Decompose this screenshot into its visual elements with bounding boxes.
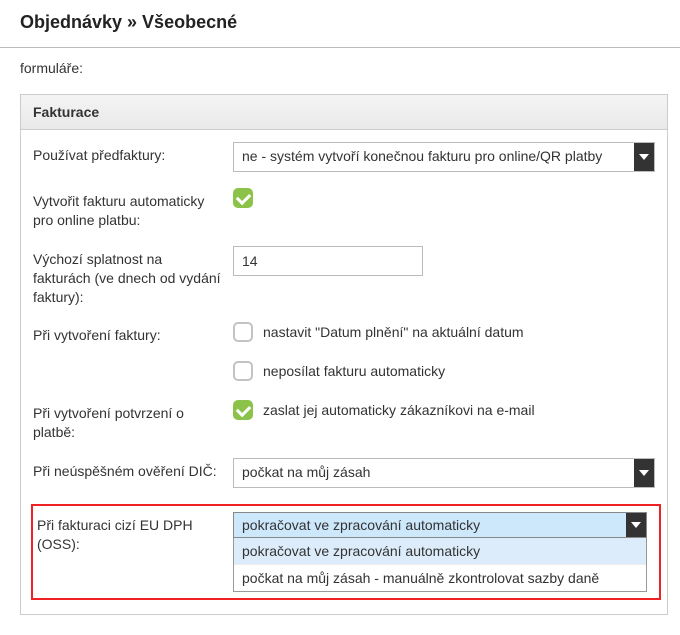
- panel-title: Fakturace: [21, 95, 667, 130]
- oss-label: Při fakturaci cizí EU DPH (OSS):: [33, 512, 233, 592]
- overeni-dic-label: Při neúspěšném ověření DIČ:: [33, 458, 233, 481]
- potvrzeni-label: Při vytvoření potvrzení o platbě:: [33, 400, 233, 442]
- zaslat-email-checkbox[interactable]: [233, 400, 253, 420]
- overeni-dic-select[interactable]: počkat na můj zásah: [233, 458, 655, 488]
- datum-plneni-text: nastavit "Datum plnění" na aktuální datu…: [263, 324, 524, 340]
- prefaktury-label: Používat předfaktury:: [33, 142, 233, 165]
- splatnost-label: Výchozí splatnost na fakturách (ve dnech…: [33, 246, 233, 307]
- chevron-down-icon: [626, 513, 646, 537]
- stray-label: formuláře:: [20, 58, 668, 76]
- oss-selected-value: pokračovat ve zpracování automaticky: [234, 514, 626, 536]
- pri-vytvoreni-label: Při vytvoření faktury:: [33, 322, 233, 345]
- neposilat-checkbox[interactable]: [233, 361, 253, 381]
- oss-option[interactable]: počkat na můj zásah - manuálně zkontrolo…: [234, 564, 646, 591]
- page-title: Objednávky » Všeobecné: [20, 12, 660, 33]
- auto-online-label: Vytvořit fakturu automaticky pro online …: [33, 188, 233, 230]
- chevron-down-icon: [634, 459, 654, 487]
- datum-plneni-checkbox[interactable]: [233, 322, 253, 342]
- breadcrumb-header: Objednávky » Všeobecné: [0, 0, 680, 48]
- oss-select[interactable]: pokračovat ve zpracování automaticky pok…: [233, 512, 647, 592]
- prefaktury-select[interactable]: ne - systém vytvoří konečnou fakturu pro…: [233, 142, 655, 172]
- oss-option[interactable]: pokračovat ve zpracování automaticky: [234, 538, 646, 564]
- oss-dropdown-list: pokračovat ve zpracování automaticky poč…: [233, 538, 647, 592]
- chevron-down-icon: [634, 143, 654, 171]
- neposilat-text: neposílat fakturu automaticky: [263, 363, 445, 379]
- invoicing-panel: Fakturace Používat předfaktury: ne - sys…: [20, 94, 668, 615]
- zaslat-email-text: zaslat jej automaticky zákazníkovi na e-…: [263, 402, 535, 418]
- splatnost-input[interactable]: [233, 246, 423, 276]
- overeni-dic-value: počkat na můj zásah: [234, 459, 634, 487]
- prefaktury-value: ne - systém vytvoří konečnou fakturu pro…: [234, 143, 634, 171]
- auto-online-checkbox[interactable]: [233, 188, 253, 208]
